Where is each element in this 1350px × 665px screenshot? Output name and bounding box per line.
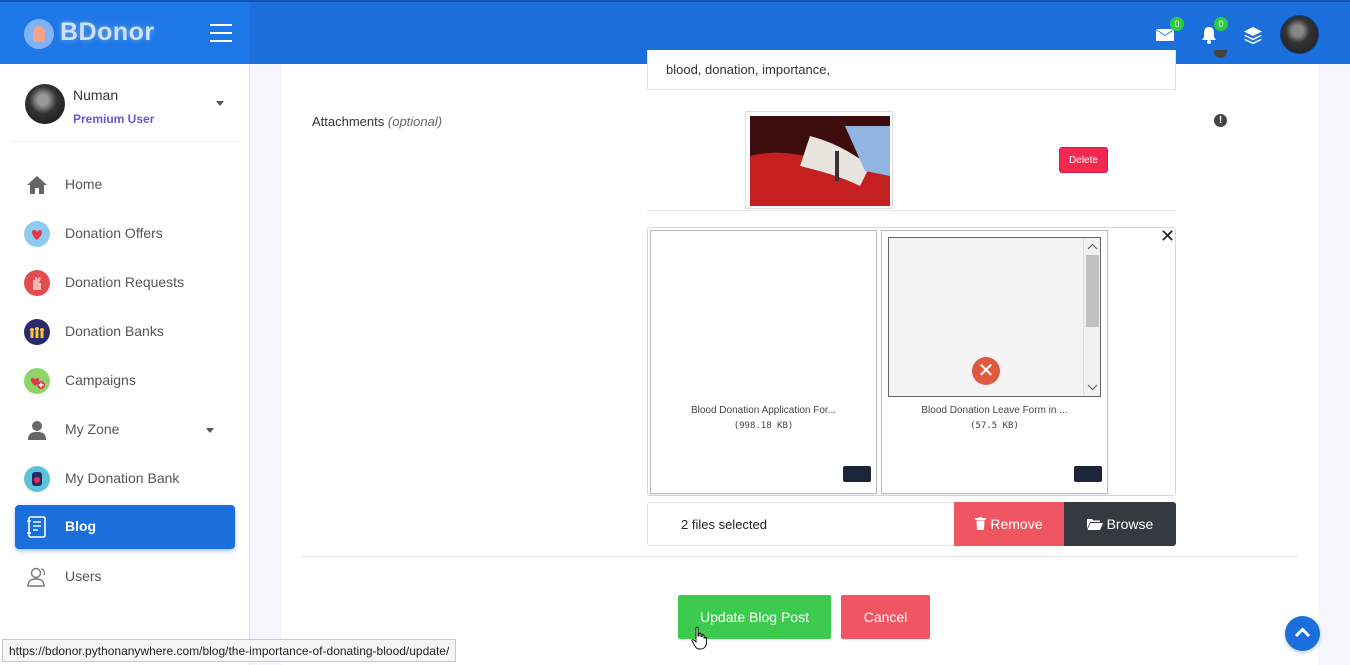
remove-label: Remove xyxy=(990,516,1043,532)
file-preview-frame: ✕ xyxy=(888,237,1101,397)
remove-files-button[interactable]: Remove xyxy=(954,502,1064,546)
file-size: (998.18 KB) xyxy=(733,421,794,431)
file-action-button[interactable] xyxy=(843,466,871,482)
sidebar-item-donation-banks[interactable]: Donation Banks xyxy=(15,310,235,354)
sidebar-item-donation-offers[interactable]: Donation Offers xyxy=(15,212,235,256)
users-icon xyxy=(27,567,45,587)
chevron-down-icon xyxy=(216,101,224,106)
layers-icon xyxy=(1244,27,1262,45)
attachment-thumbnail xyxy=(745,111,893,209)
sidebar-item-label: Home xyxy=(65,176,103,192)
user-name: Numan xyxy=(73,87,119,103)
browse-label: Browse xyxy=(1106,516,1154,532)
file-size: (57.5 KB) xyxy=(970,421,1019,431)
blood-bag-icon xyxy=(24,466,50,492)
heart-hand-icon xyxy=(24,221,50,247)
browse-files-button[interactable]: Browse xyxy=(1064,502,1176,546)
close-icon[interactable]: ✕ xyxy=(1160,227,1175,245)
profile-avatar[interactable] xyxy=(1280,15,1319,54)
attachments-label-text: Attachments xyxy=(312,114,385,129)
sidebar-item-label: Users xyxy=(65,568,102,584)
sidebar-item-campaigns[interactable]: Campaigns xyxy=(15,359,235,403)
error-icon: ✕ xyxy=(972,357,1000,385)
user-icon xyxy=(28,421,46,440)
layers-button[interactable] xyxy=(1242,24,1264,46)
campaign-icon xyxy=(24,368,50,394)
cancel-button[interactable]: Cancel xyxy=(841,595,930,639)
notifications-badge: 0 xyxy=(1214,17,1228,31)
file-preview-card: ✕ Blood Donation Leave Form in ... (57.5… xyxy=(881,230,1108,494)
user-role: Premium User xyxy=(73,112,155,126)
blog-icon xyxy=(27,516,46,538)
home-icon xyxy=(27,176,47,194)
chevron-up-icon xyxy=(1087,243,1098,250)
hand-cursor-icon xyxy=(691,626,707,650)
sidebar-item-my-donation-bank[interactable]: My Donation Bank xyxy=(15,457,235,501)
attachment-image xyxy=(750,116,890,206)
sidebar-item-my-zone[interactable]: My Zone xyxy=(15,408,235,452)
divider xyxy=(301,556,1298,557)
status-bar-url: https://bdonor.pythonanywhere.com/blog/t… xyxy=(2,639,457,662)
sidebar-item-label: Donation Offers xyxy=(65,225,163,241)
scrollbar[interactable] xyxy=(1083,238,1100,396)
trash-icon xyxy=(975,517,987,530)
logo-icon xyxy=(24,19,54,49)
sidebar-item-label: Donation Banks xyxy=(65,323,164,339)
sidebar: Numan Premium User Home Donation Offers … xyxy=(0,64,250,665)
chevron-down-icon xyxy=(1087,384,1098,391)
attachments-label: Attachments (optional) xyxy=(312,114,442,129)
chevron-down-icon xyxy=(206,428,214,433)
sidebar-item-label: My Zone xyxy=(65,421,120,437)
sidebar-item-users[interactable]: Users xyxy=(15,555,235,599)
file-name: Blood Donation Application For... xyxy=(690,405,837,416)
info-icon[interactable]: ! xyxy=(1214,114,1227,127)
file-preview-card: Blood Donation Application For... (998.1… xyxy=(650,230,877,494)
file-action-button[interactable] xyxy=(1074,466,1102,482)
messages-badge: 0 xyxy=(1170,17,1184,31)
file-name: Blood Donation Leave Form in ... xyxy=(921,405,1068,416)
tags-label xyxy=(312,53,392,62)
messages-button[interactable]: 0 xyxy=(1154,17,1184,46)
hand-icon xyxy=(24,270,50,296)
folder-open-icon xyxy=(1086,519,1103,530)
sidebar-item-donation-requests[interactable]: Donation Requests xyxy=(15,261,235,305)
divider xyxy=(647,210,1176,211)
files-selected-text: 2 files selected xyxy=(681,517,767,532)
chevron-up-icon xyxy=(1294,627,1311,638)
scroll-to-top-button[interactable] xyxy=(1285,616,1320,651)
sidebar-item-label: Campaigns xyxy=(65,372,136,388)
attachments-optional-text: (optional) xyxy=(387,114,443,129)
menu-toggle-icon[interactable] xyxy=(210,24,232,42)
scrollbar-thumb[interactable] xyxy=(1086,255,1099,327)
user-panel[interactable]: Numan Premium User xyxy=(10,64,240,142)
delete-attachment-button[interactable]: Delete xyxy=(1059,147,1108,173)
tags-input[interactable]: blood, donation, importance, xyxy=(647,50,1176,90)
sidebar-item-label: My Donation Bank xyxy=(65,470,180,486)
sidebar-item-home[interactable]: Home xyxy=(15,163,235,207)
notifications-button[interactable]: 0 xyxy=(1198,17,1228,46)
sidebar-item-label: Donation Requests xyxy=(65,274,185,290)
avatar xyxy=(25,84,65,124)
brand-name: BDonor xyxy=(60,18,155,46)
sidebar-item-label: Blog xyxy=(65,518,97,534)
sidebar-item-blog[interactable]: Blog xyxy=(15,505,235,549)
people-icon xyxy=(24,319,50,345)
tags-value: blood, donation, importance, xyxy=(666,62,831,77)
